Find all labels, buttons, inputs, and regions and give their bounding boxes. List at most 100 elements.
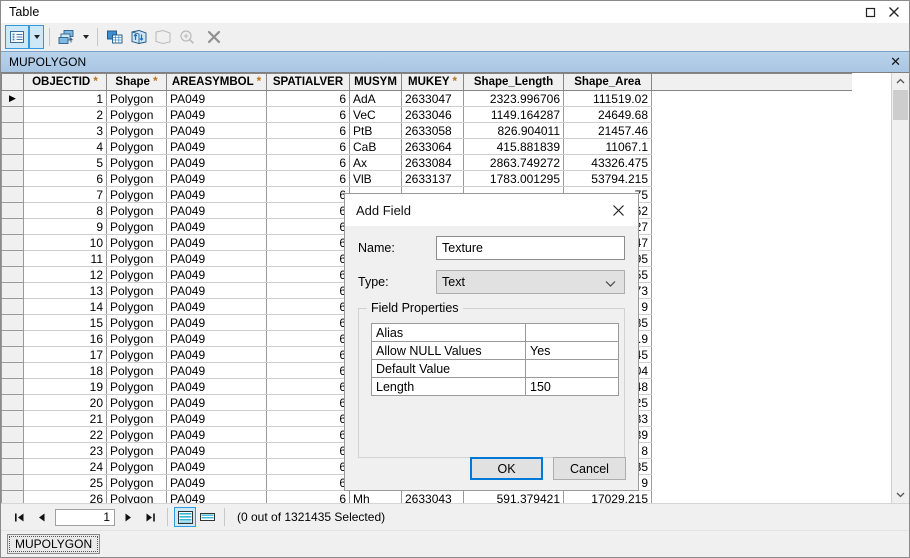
row-selector[interactable] bbox=[1, 378, 24, 395]
row-selector[interactable] bbox=[1, 410, 24, 427]
cell-objectid[interactable]: 4 bbox=[23, 138, 107, 155]
table-options-button[interactable] bbox=[5, 25, 29, 49]
cell-shape[interactable]: Polygon bbox=[106, 442, 167, 459]
cell-shape_area[interactable]: 43326.475 bbox=[563, 154, 652, 171]
cell-shape_length[interactable]: 2323.996706 bbox=[463, 90, 564, 107]
cell-shape[interactable]: Polygon bbox=[106, 234, 167, 251]
cell-shape[interactable]: Polygon bbox=[106, 90, 167, 107]
column-header-musym[interactable]: MUSYM bbox=[349, 73, 402, 91]
cell-objectid[interactable]: 13 bbox=[23, 282, 107, 299]
row-selector[interactable] bbox=[1, 234, 24, 251]
cell-objectid[interactable]: 12 bbox=[23, 266, 107, 283]
row-selector[interactable] bbox=[1, 218, 24, 235]
table-row[interactable]: 6 Polygon PA049 6 VlB 2633137 1783.001295 53794… bbox=[1, 170, 852, 187]
cell-objectid[interactable]: 5 bbox=[23, 154, 107, 171]
record-number-input[interactable]: 1 bbox=[55, 508, 115, 526]
cell-spatialver[interactable]: 6 bbox=[266, 410, 350, 427]
row-selector[interactable] bbox=[1, 250, 24, 267]
cell-shape[interactable]: Polygon bbox=[106, 362, 167, 379]
cell-spatialver[interactable]: 6 bbox=[266, 330, 350, 347]
property-value[interactable]: 150 bbox=[525, 377, 619, 396]
cell-objectid[interactable]: 11 bbox=[23, 250, 107, 267]
cell-areasymbol[interactable]: PA049 bbox=[166, 410, 267, 427]
cell-objectid[interactable]: 17 bbox=[23, 346, 107, 363]
cell-objectid[interactable]: 24 bbox=[23, 458, 107, 475]
cell-objectid[interactable]: 10 bbox=[23, 234, 107, 251]
cell-shape[interactable]: Polygon bbox=[106, 186, 167, 203]
cell-shape_length[interactable]: 591.379421 bbox=[463, 490, 564, 503]
cell-spatialver[interactable]: 6 bbox=[266, 122, 350, 139]
cell-spatialver[interactable]: 6 bbox=[266, 218, 350, 235]
row-selector[interactable] bbox=[1, 426, 24, 443]
related-tables-dropdown[interactable] bbox=[79, 26, 92, 48]
cell-spatialver[interactable]: 6 bbox=[266, 346, 350, 363]
cell-shape[interactable]: Polygon bbox=[106, 314, 167, 331]
row-selector[interactable] bbox=[1, 362, 24, 379]
cell-shape_area[interactable]: 53794.215 bbox=[563, 170, 652, 187]
cell-spatialver[interactable]: 6 bbox=[266, 106, 350, 123]
cell-mukey[interactable]: 2633046 bbox=[401, 106, 464, 123]
cell-areasymbol[interactable]: PA049 bbox=[166, 266, 267, 283]
row-selector[interactable] bbox=[1, 170, 24, 187]
clear-selection-x-icon[interactable] bbox=[203, 25, 225, 49]
cell-spatialver[interactable]: 6 bbox=[266, 186, 350, 203]
cell-objectid[interactable]: 26 bbox=[23, 490, 107, 503]
cell-shape_area[interactable]: 17029.215 bbox=[563, 490, 652, 503]
property-row[interactable]: Alias bbox=[371, 323, 619, 342]
zoom-to-selected-button[interactable] bbox=[151, 25, 175, 49]
cell-areasymbol[interactable]: PA049 bbox=[166, 170, 267, 187]
show-all-records-icon[interactable] bbox=[174, 507, 196, 527]
cell-spatialver[interactable]: 6 bbox=[266, 266, 350, 283]
cell-spatialver[interactable]: 6 bbox=[266, 234, 350, 251]
cell-shape[interactable]: Polygon bbox=[106, 202, 167, 219]
cell-spatialver[interactable]: 6 bbox=[266, 490, 350, 503]
close-window-icon[interactable] bbox=[883, 2, 905, 22]
column-header-shape_area[interactable]: Shape_Area bbox=[563, 73, 652, 91]
cell-spatialver[interactable]: 6 bbox=[266, 362, 350, 379]
cell-objectid[interactable]: 25 bbox=[23, 474, 107, 491]
cell-shape_length[interactable]: 1783.001295 bbox=[463, 170, 564, 187]
related-tables-button[interactable] bbox=[55, 25, 79, 49]
row-selector[interactable] bbox=[1, 442, 24, 459]
cell-spatialver[interactable]: 6 bbox=[266, 314, 350, 331]
cell-objectid[interactable]: 16 bbox=[23, 330, 107, 347]
column-header-spatialver[interactable]: SPATIALVER bbox=[266, 73, 350, 91]
property-row[interactable]: Allow NULL Values Yes bbox=[371, 341, 619, 360]
first-record-icon[interactable] bbox=[9, 506, 31, 528]
row-selector[interactable] bbox=[1, 314, 24, 331]
cell-objectid[interactable]: 23 bbox=[23, 442, 107, 459]
bottom-tab-mupolygon[interactable]: MUPOLYGON bbox=[7, 534, 101, 554]
cell-areasymbol[interactable]: PA049 bbox=[166, 346, 267, 363]
cell-areasymbol[interactable]: PA049 bbox=[166, 154, 267, 171]
cell-musym[interactable]: CaB bbox=[349, 138, 402, 155]
cell-areasymbol[interactable]: PA049 bbox=[166, 234, 267, 251]
row-selector[interactable]: ▶ bbox=[1, 90, 24, 107]
cell-spatialver[interactable]: 6 bbox=[266, 154, 350, 171]
cell-spatialver[interactable]: 6 bbox=[266, 298, 350, 315]
property-row[interactable]: Default Value bbox=[371, 359, 619, 378]
magnifier-plus-icon[interactable] bbox=[175, 25, 199, 49]
column-header-areasymbol[interactable]: AREASYMBOL * bbox=[166, 73, 267, 91]
row-selector[interactable] bbox=[1, 122, 24, 139]
column-header-objectid[interactable]: OBJECTID * bbox=[23, 73, 107, 91]
cell-objectid[interactable]: 18 bbox=[23, 362, 107, 379]
cell-shape_length[interactable]: 415.881839 bbox=[463, 138, 564, 155]
cell-objectid[interactable]: 21 bbox=[23, 410, 107, 427]
cell-areasymbol[interactable]: PA049 bbox=[166, 442, 267, 459]
cell-mukey[interactable]: 2633084 bbox=[401, 154, 464, 171]
row-selector[interactable] bbox=[1, 330, 24, 347]
next-record-icon[interactable] bbox=[117, 506, 139, 528]
column-header-mukey[interactable]: MUKEY * bbox=[401, 73, 464, 91]
cancel-button[interactable]: Cancel bbox=[553, 457, 626, 480]
scroll-up-icon[interactable] bbox=[892, 73, 909, 90]
cell-musym[interactable]: Mh bbox=[349, 490, 402, 503]
table-row[interactable]: 4 Polygon PA049 6 CaB 2633064 415.881839 11067.… bbox=[1, 138, 852, 155]
cell-objectid[interactable]: 19 bbox=[23, 378, 107, 395]
cell-shape_length[interactable]: 826.904011 bbox=[463, 122, 564, 139]
property-value[interactable] bbox=[525, 323, 619, 342]
table-row[interactable]: 3 Polygon PA049 6 PtB 2633058 826.904011 21457.… bbox=[1, 122, 852, 139]
cell-areasymbol[interactable]: PA049 bbox=[166, 250, 267, 267]
row-selector[interactable] bbox=[1, 154, 24, 171]
cell-spatialver[interactable]: 6 bbox=[266, 250, 350, 267]
field-type-select[interactable]: Text bbox=[436, 270, 625, 294]
